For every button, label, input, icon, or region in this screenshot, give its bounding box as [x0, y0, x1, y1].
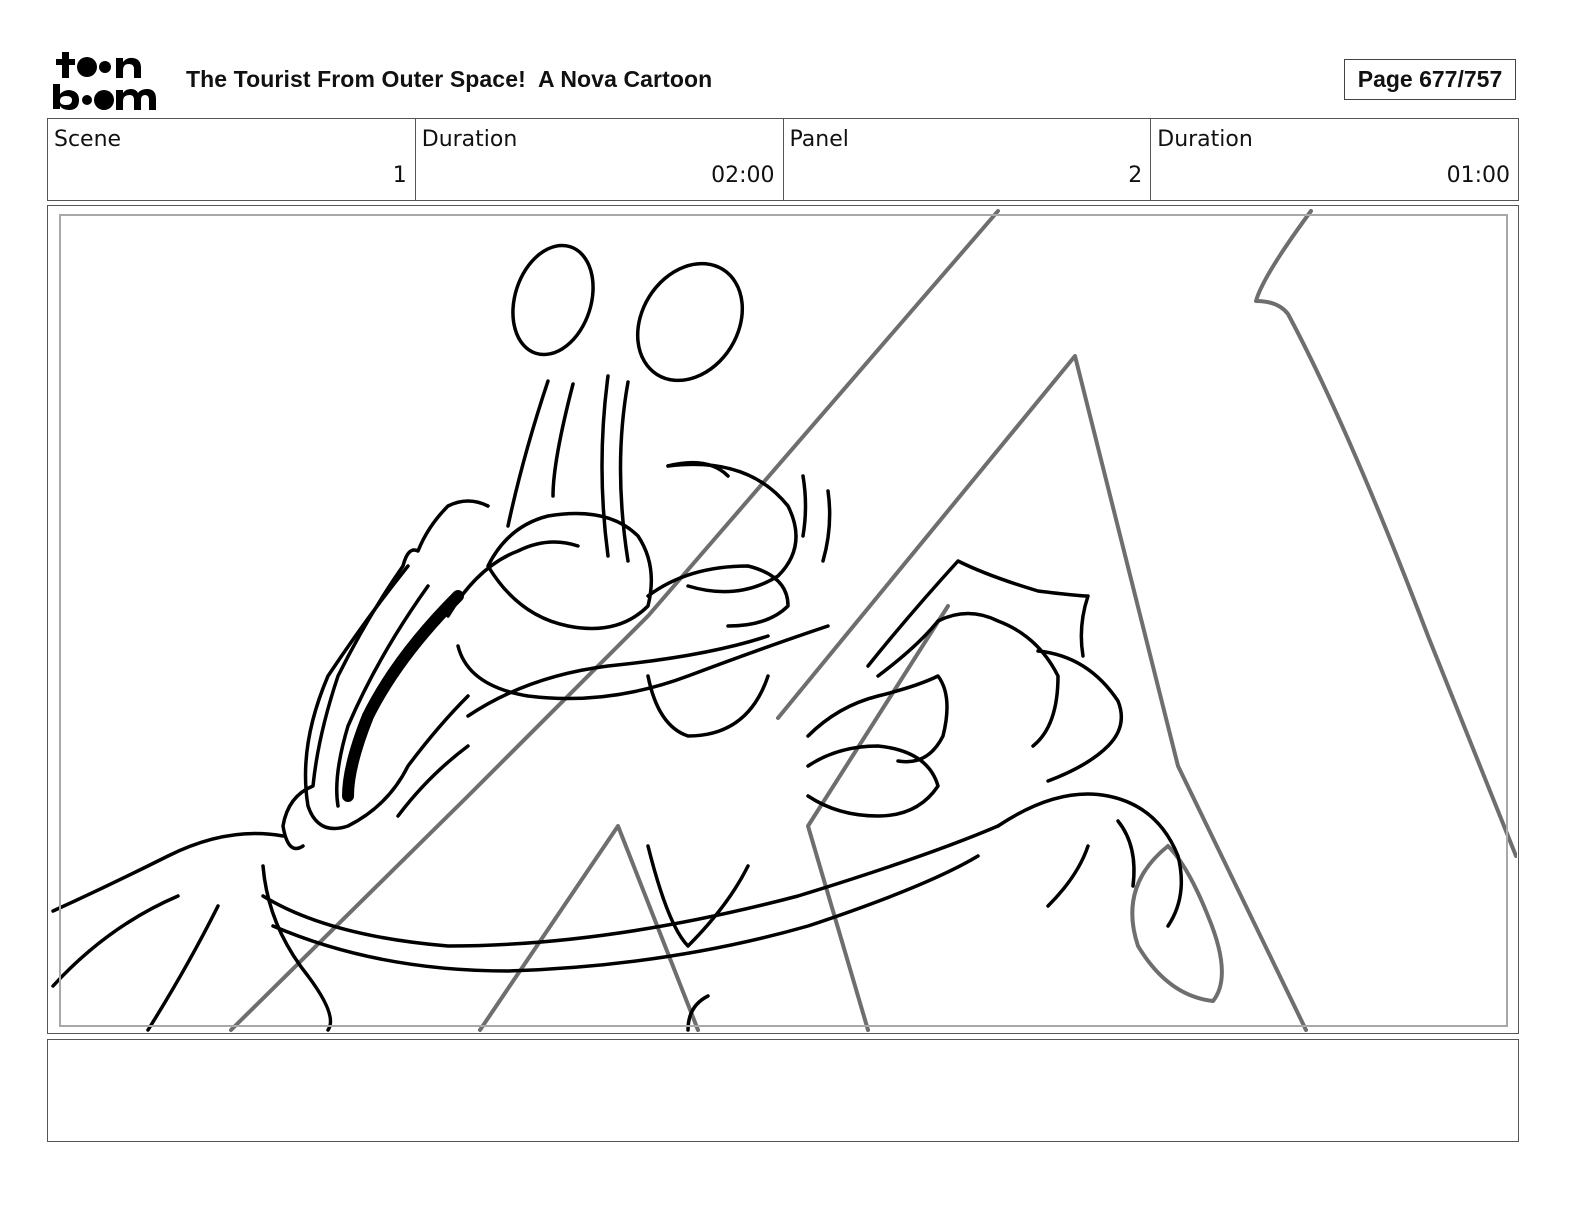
storyboard-panel-frame	[47, 205, 1519, 1034]
panel-duration-cell: Duration 01:00	[1151, 119, 1518, 200]
panel-duration-value: 01:00	[1446, 163, 1510, 188]
panel-label: Panel	[789, 127, 849, 152]
panel-cell: Panel 2	[784, 119, 1152, 200]
scene-duration-label: Duration	[421, 127, 518, 152]
panel-value: 2	[1128, 163, 1143, 188]
scene-label: Scene	[54, 127, 122, 152]
scene-cell: Scene 1	[48, 119, 416, 200]
scene-duration-cell: Duration 02:00	[416, 119, 784, 200]
toonboom-logo	[53, 52, 156, 110]
panel-notes-box	[47, 1039, 1519, 1142]
page-indicator: Page 677/757	[1344, 59, 1516, 100]
panel-duration-label: Duration	[1157, 127, 1253, 152]
scene-value: 1	[392, 163, 407, 188]
document-title: The Tourist From Outer Space! A Nova Car…	[186, 66, 713, 92]
storyboard-sketch-icon	[51, 209, 1517, 1032]
scene-duration-value: 02:00	[711, 163, 775, 188]
panel-info-table: Scene 1 Duration 02:00 Panel 2 Duration …	[47, 118, 1519, 201]
